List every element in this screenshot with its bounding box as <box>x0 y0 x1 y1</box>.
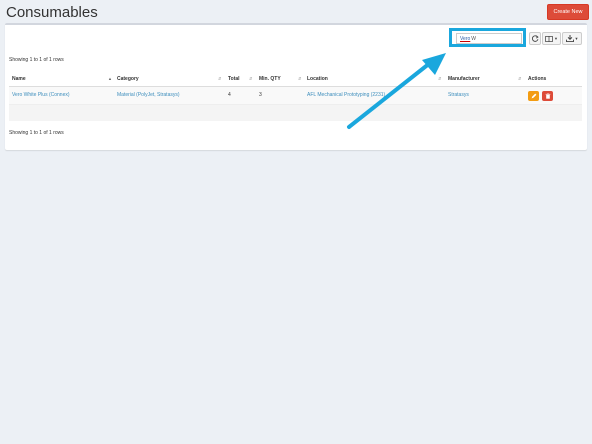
annotation-arrow-icon <box>347 53 446 129</box>
